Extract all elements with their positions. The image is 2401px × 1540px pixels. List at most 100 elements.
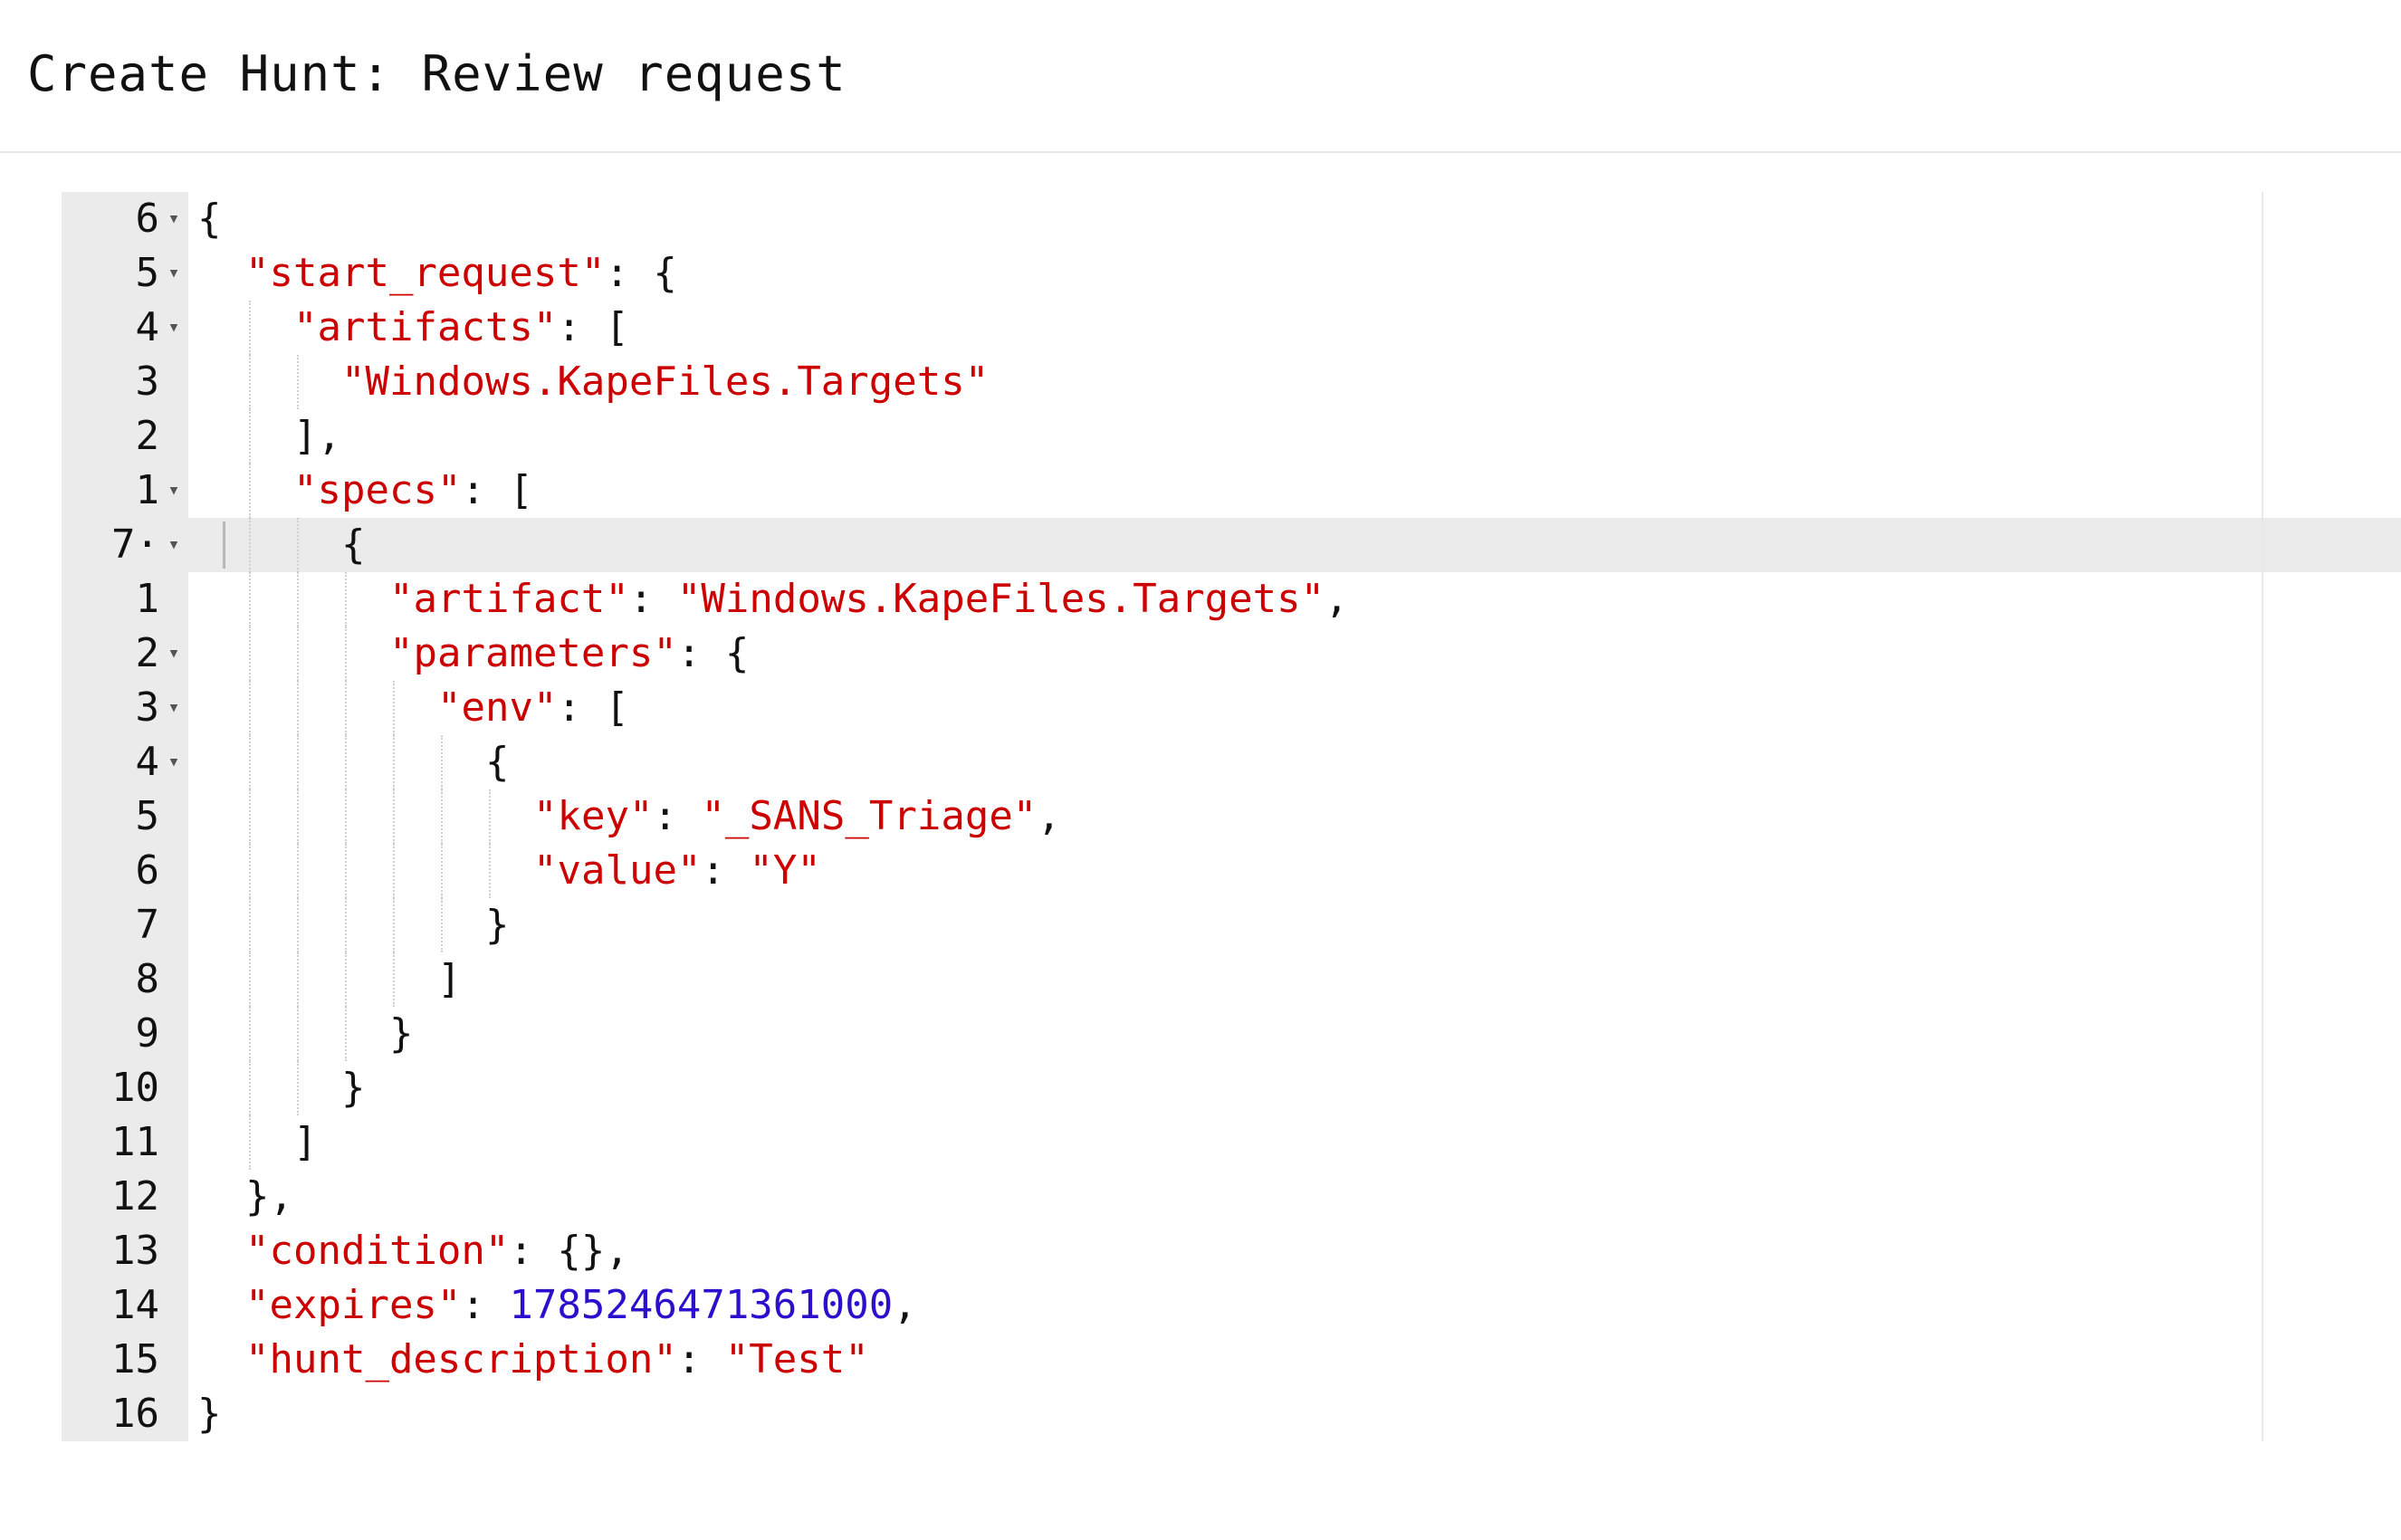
code-line[interactable]: 5 ▾ "start_request": { [62,246,2401,301]
line-number: 4 [135,304,160,350]
indent-guide [393,952,395,1007]
indent-guide [393,681,395,735]
code-line[interactable]: 3 ▾ "env": [ [62,681,2401,735]
indent-guide [249,952,251,1007]
code-line[interactable]: 13 "condition": {}, [62,1224,2401,1278]
indent-guide [249,355,251,409]
code-text[interactable]: ] [437,952,462,1007]
code-line[interactable]: 16} [62,1387,2401,1441]
code-text[interactable]: "start_request": { [245,246,677,301]
indent-guide [249,735,251,789]
code-line[interactable]: 9} [62,1007,2401,1061]
code-text[interactable]: ] [293,1115,318,1170]
indent-guide [345,572,347,627]
indent-guide [249,1061,251,1115]
code-text[interactable]: "hunt_description": "Test" [245,1333,869,1387]
indent-guide [441,898,443,952]
line-number: 2 [135,630,160,676]
code-line[interactable]: 7· ▾ { [62,518,2401,572]
json-punctuation: : { [676,630,750,676]
page-header: Create Hunt: Review request [0,0,2401,153]
fold-toggle-icon[interactable]: ▾ [165,301,183,355]
indent-guide [393,844,395,898]
code-line[interactable]: 2 ▾ "parameters": { [62,627,2401,681]
json-punctuation: ] [437,956,462,1002]
json-punctuation: : [ [461,467,533,513]
json-key: "value" [533,847,702,894]
indent-guide [297,627,299,681]
code-line[interactable]: 14 "expires": 1785246471361000, [62,1278,2401,1333]
code-line[interactable]: 10} [62,1061,2401,1115]
code-text[interactable]: { [197,192,222,246]
code-text[interactable]: "condition": {}, [245,1224,629,1278]
code-text[interactable]: "artifacts": [ [293,301,629,355]
code-text[interactable]: ], [293,409,341,464]
json-request-editor[interactable]: 6 ▾{5 ▾ "start_request": {4 ▾ "artifacts": [3… [62,192,2401,1441]
code-text[interactable]: "parameters": { [389,627,749,681]
code-text[interactable]: }, [245,1170,293,1224]
fold-toggle-icon[interactable]: ▾ [165,627,183,681]
line-number: 1 [135,467,160,513]
code-text[interactable]: "specs": [ [293,464,533,518]
line-number: 3 [135,359,160,405]
code-text[interactable]: "env": [ [437,681,629,735]
json-punctuation: : [ [557,684,629,731]
line-number: 7 [135,902,160,948]
code-text[interactable]: "artifact": "Windows.KapeFiles.Targets", [389,572,1349,627]
indent-guide [345,952,347,1007]
fold-toggle-icon[interactable]: ▾ [165,464,183,518]
indent-guide [345,844,347,898]
json-punctuation: } [389,1010,414,1057]
code-line[interactable]: 8] [62,952,2401,1007]
code-text[interactable]: } [485,898,510,952]
fold-toggle-icon[interactable]: ▾ [165,735,183,789]
code-line[interactable]: 7} [62,898,2401,952]
code-text[interactable]: } [341,1061,366,1115]
fold-toggle-icon[interactable]: ▾ [165,192,183,246]
fold-toggle-icon[interactable]: ▾ [165,518,183,572]
json-key: "parameters" [389,630,677,676]
indent-guide [249,301,251,355]
code-line[interactable]: 1 "artifact": "Windows.KapeFiles.Targets"… [62,572,2401,627]
code-line[interactable]: 6 ▾ { [62,192,2401,246]
json-punctuation: }, [245,1173,293,1220]
indent-guide [249,844,251,898]
fold-toggle-icon[interactable]: ▾ [165,246,183,301]
json-punctuation: : {}, [509,1228,629,1274]
indent-guide [345,681,347,735]
line-number: 3 [135,684,160,731]
code-line[interactable]: 2], [62,409,2401,464]
code-text[interactable]: "key": "_SANS_Triage", [533,789,1061,844]
code-line[interactable]: 15 "hunt_description": "Test" [62,1333,2401,1387]
code-line[interactable]: 1 ▾ "specs": [ [62,464,2401,518]
json-string: "Windows.KapeFiles.Targets" [341,359,990,405]
json-punctuation: ] [293,1119,318,1165]
json-key: "artifacts" [293,304,558,350]
code-text[interactable]: { [341,518,366,572]
code-text[interactable]: "expires": 1785246471361000, [245,1278,917,1333]
code-text[interactable]: "value": "Y" [533,844,821,898]
indent-guide [249,789,251,844]
json-string: "Y" [749,847,821,894]
line-number: 7· [111,521,159,568]
code-text[interactable]: } [389,1007,414,1061]
indent-guide [297,735,299,789]
line-number: 5 [135,250,160,296]
code-line[interactable]: 3 "Windows.KapeFiles.Targets" [62,355,2401,409]
json-key: "artifact" [389,576,629,622]
indent-guide [249,518,251,572]
indent-guide [249,1115,251,1170]
code-line[interactable]: 5 "key": "_SANS_Triage", [62,789,2401,844]
fold-toggle-icon[interactable]: ▾ [165,681,183,735]
code-text[interactable]: } [197,1387,222,1441]
json-punctuation: : { [605,250,677,296]
indent-guide [345,1007,347,1061]
code-line[interactable]: 12}, [62,1170,2401,1224]
code-line[interactable]: 11] [62,1115,2401,1170]
code-line[interactable]: 6 "value": "Y" [62,844,2401,898]
code-line[interactable]: 4 ▾ "artifacts": [ [62,301,2401,355]
indent-guide [297,898,299,952]
code-text[interactable]: "Windows.KapeFiles.Targets" [341,355,989,409]
code-text[interactable]: { [485,735,510,789]
code-line[interactable]: 4 ▾ { [62,735,2401,789]
